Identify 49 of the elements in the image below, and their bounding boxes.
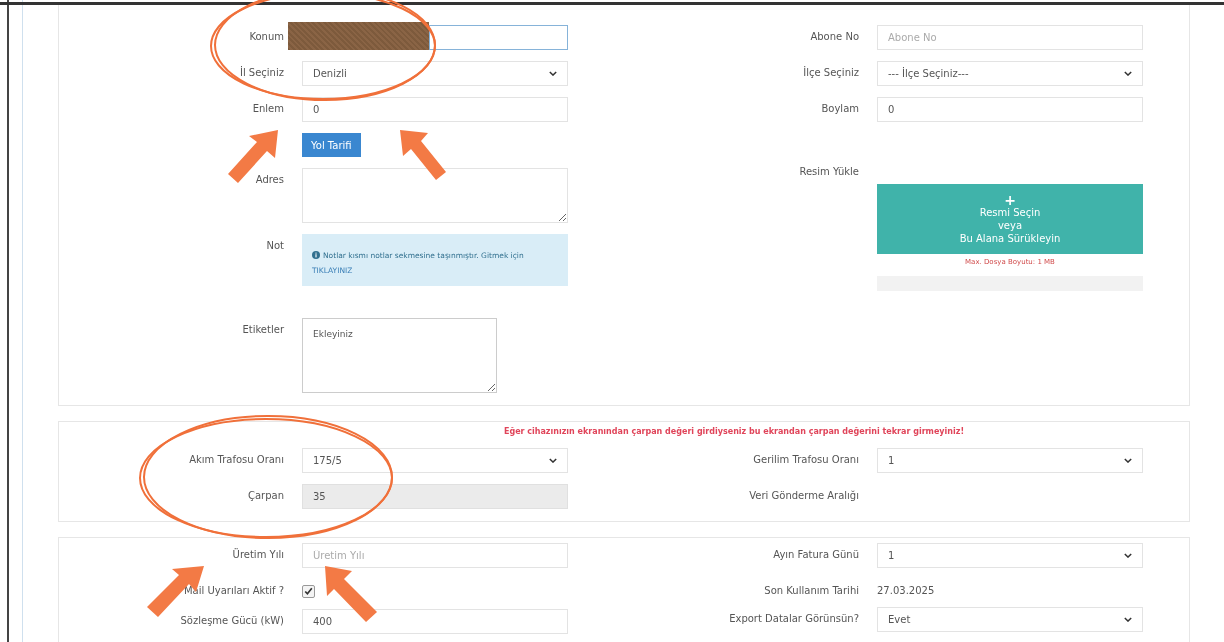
field-label: Export Datalar Görünsün? [729,613,859,626]
tags-field[interactable]: Ekleyiniz [302,318,497,393]
directions-button[interactable]: Yol Tarifi [302,133,361,157]
field-label: Son Kullanım Tarihi [764,585,859,596]
address-field[interactable] [302,168,568,223]
field-label: Gerilim Trafosu Oranı [753,454,859,467]
select-field[interactable]: Evet [877,607,1143,632]
select-field[interactable]: 175/5 [302,448,568,473]
select-field[interactable]: 1 [877,448,1143,473]
field-label: Akım Trafosu Oranı [189,454,284,467]
dropzone-text: Resmi Seçin [979,205,1041,219]
field-label: Abone No [810,31,859,44]
field-label: İlçe Seçiniz [803,67,859,80]
chevron-down-icon [549,71,557,76]
plus-icon: + [1004,193,1016,206]
select-field[interactable]: --- İlçe Seçiniz--- [877,61,1143,86]
field-label: Etiketler [242,324,284,337]
field-label: Çarpan [247,490,284,503]
multiplier-field: 35 [302,484,568,509]
text-field[interactable] [429,25,568,50]
field-label: Üretim Yılı [232,549,284,562]
checkbox[interactable] [302,585,315,598]
select-field[interactable]: Denizli [302,61,568,86]
field-label: Not [266,240,284,253]
chevron-down-icon [1124,617,1132,622]
chevron-down-icon [1124,458,1132,463]
date-value: 27.03.2025 [877,584,935,596]
text-field[interactable]: 0 [877,97,1143,122]
field-label: Resim Yükle [799,166,859,179]
field-label: Sözleşme Gücü (kW) [180,615,284,628]
chevron-down-icon [1124,71,1132,76]
field-label: Veri Gönderme Aralığı [749,490,859,501]
field-label: Adres [255,174,284,187]
field-label: Ayın Fatura Günü [773,549,859,562]
select-field[interactable]: 1 [877,543,1143,568]
dropzone-text: Bu Alana Sürükleyin [959,231,1061,245]
field-label: Boylam [821,103,859,116]
text-field[interactable]: 0 [302,97,568,122]
field-label: İl Seçiniz [239,67,284,80]
field-label: Enlem [252,103,284,116]
field-label: Konum [249,31,284,44]
chevron-down-icon [549,458,557,463]
dropzone-text: veya [997,218,1023,232]
text-field[interactable]: 400 [302,609,568,634]
chevron-down-icon [1124,553,1132,558]
info-icon [312,251,320,259]
annotation-arrow [400,130,446,180]
annotation-arrow [147,566,204,617]
warning-text: Eğer cihazınızın ekranından çarpan değeri girdiyseniz bu ekrandan çarpan değerini tekrar girmeyiniz! [502,427,966,436]
